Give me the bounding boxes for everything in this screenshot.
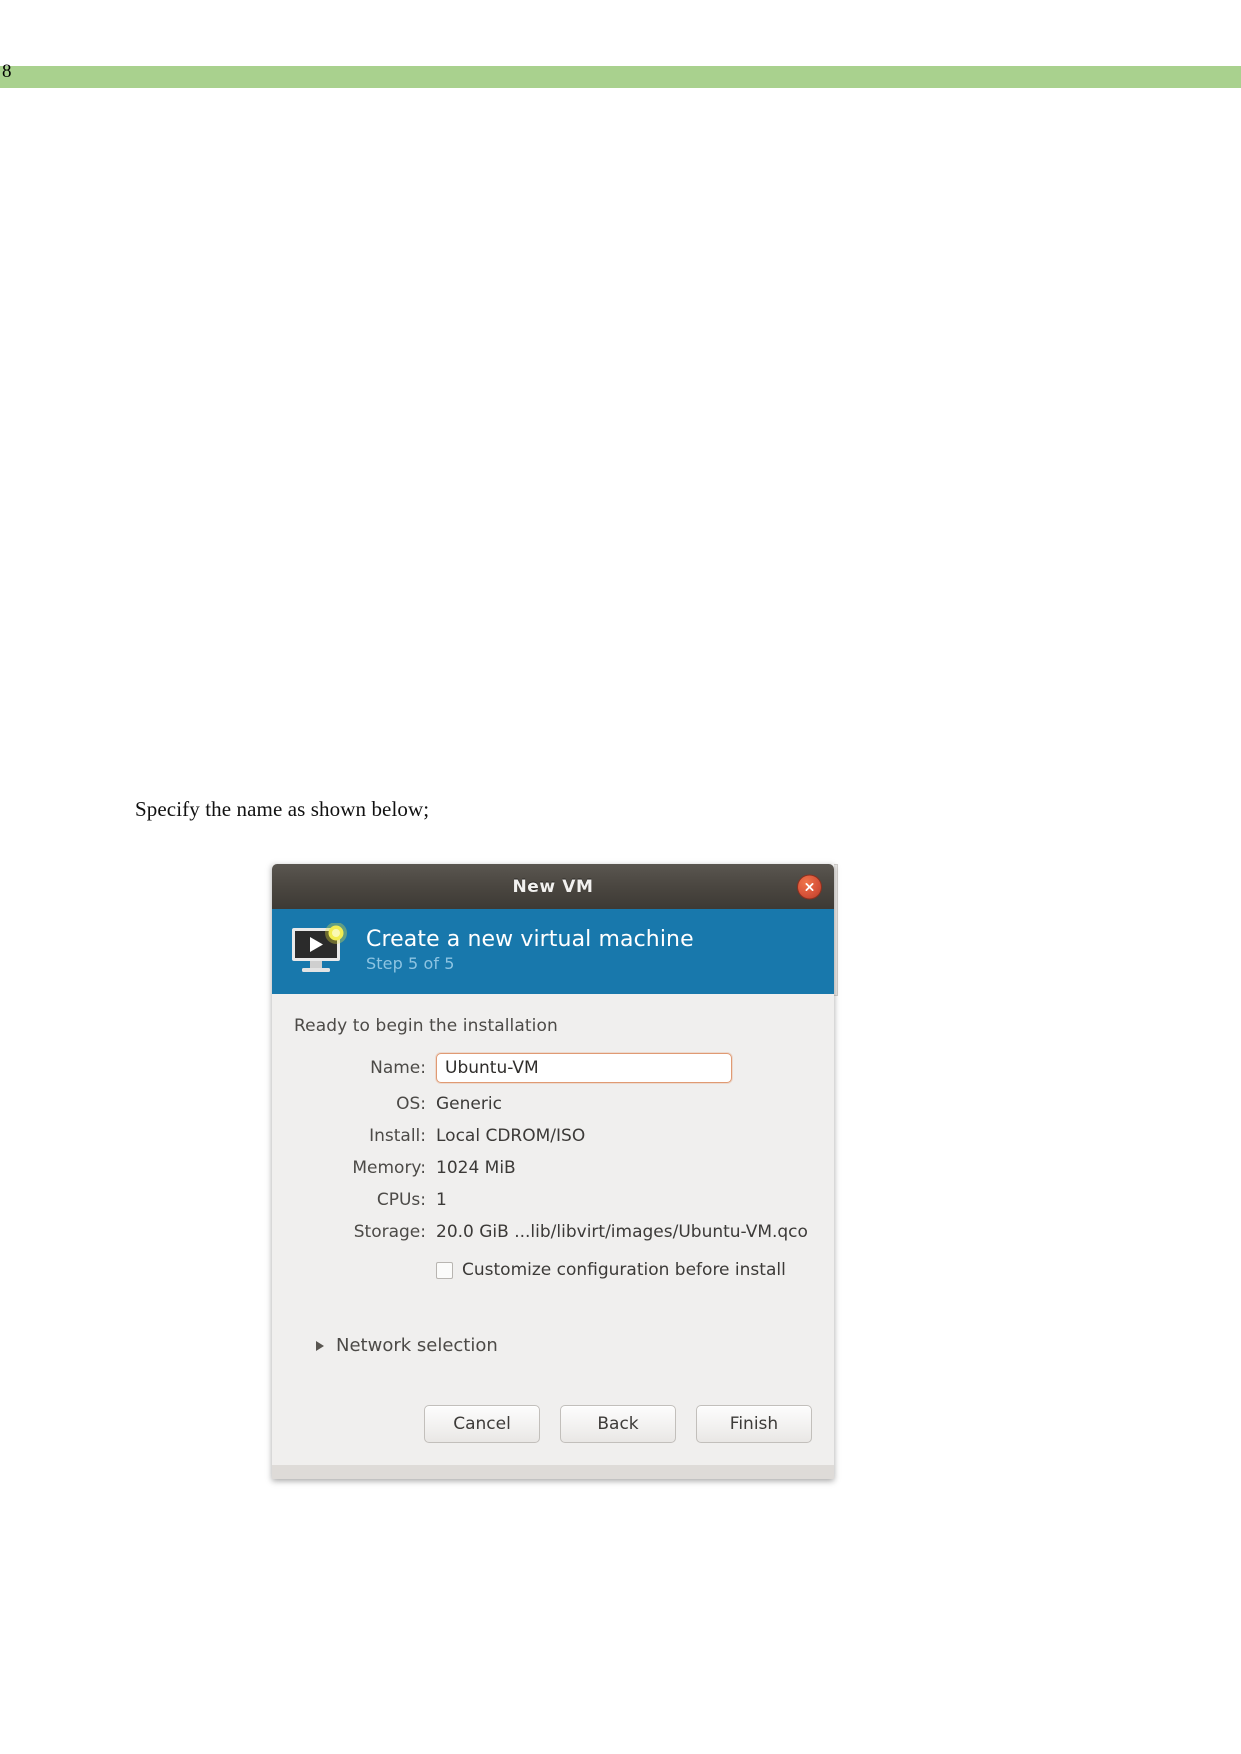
table-row: Memory: 1024 MiB (294, 1152, 808, 1184)
network-selection-expander[interactable]: Network selection (316, 1335, 808, 1356)
storage-label: Storage: (353, 1222, 426, 1242)
page-number: 8 (2, 61, 12, 82)
table-row: CPUs: 1 (294, 1184, 808, 1216)
cpus-label: CPUs: (376, 1190, 426, 1210)
page-header-band (0, 66, 1241, 88)
memory-value: 1024 MiB (436, 1158, 516, 1178)
network-selection-label: Network selection (336, 1335, 498, 1356)
dialog-banner: Create a new virtual machine Step 5 of 5 (272, 909, 834, 994)
name-input-cell (436, 1048, 808, 1088)
memory-label: Memory: (352, 1158, 426, 1178)
table-row: OS: Generic (294, 1088, 808, 1120)
install-value: Local CDROM/ISO (436, 1126, 586, 1146)
os-value: Generic (436, 1094, 502, 1114)
finish-button[interactable]: Finish (696, 1405, 812, 1443)
chevron-right-icon[interactable] (316, 1340, 324, 1351)
customize-configuration-label: Customize configuration before install (462, 1260, 786, 1280)
cpus-value: 1 (436, 1190, 447, 1210)
name-row: Name: (294, 1048, 808, 1088)
banner-text-group: Create a new virtual machine Step 5 of 5 (366, 927, 694, 976)
name-label: Name: (370, 1058, 426, 1078)
customize-configuration-checkbox[interactable]: Customize configuration before install (436, 1260, 808, 1280)
dialog-body: Ready to begin the installation Name: OS… (272, 994, 834, 1479)
checkbox-box-icon[interactable] (436, 1261, 453, 1279)
virtual-machine-icon (290, 921, 352, 981)
banner-title: Create a new virtual machine (366, 926, 694, 952)
instruction-paragraph: Specify the name as shown below; (135, 797, 430, 821)
dialog-footer-strip (272, 1465, 834, 1479)
new-vm-dialog: New VM Create a new virtual machine Step… (272, 864, 834, 1479)
back-button[interactable]: Back (560, 1405, 676, 1443)
dialog-title: New VM (512, 876, 594, 897)
table-row: Storage: 20.0 GiB ...lib/libvirt/images/… (294, 1216, 808, 1248)
table-row: Install: Local CDROM/ISO (294, 1120, 808, 1152)
banner-subtitle: Step 5 of 5 (366, 954, 455, 974)
dialog-titlebar[interactable]: New VM (272, 864, 834, 909)
vm-name-input[interactable] (436, 1053, 732, 1083)
storage-value: 20.0 GiB ...lib/libvirt/images/Ubuntu-VM… (436, 1222, 808, 1242)
summary-table: Name: OS: Generic Install: Local CDROM/I… (294, 1048, 808, 1248)
dialog-button-bar: Cancel Back Finish (272, 1405, 834, 1443)
os-label: OS: (396, 1094, 426, 1114)
summary-table-body: Name: OS: Generic Install: Local CDROM/I… (294, 1048, 808, 1248)
close-icon[interactable] (797, 874, 822, 899)
install-label: Install: (369, 1126, 426, 1146)
cancel-button[interactable]: Cancel (424, 1405, 540, 1443)
ready-text: Ready to begin the installation (294, 1016, 558, 1036)
